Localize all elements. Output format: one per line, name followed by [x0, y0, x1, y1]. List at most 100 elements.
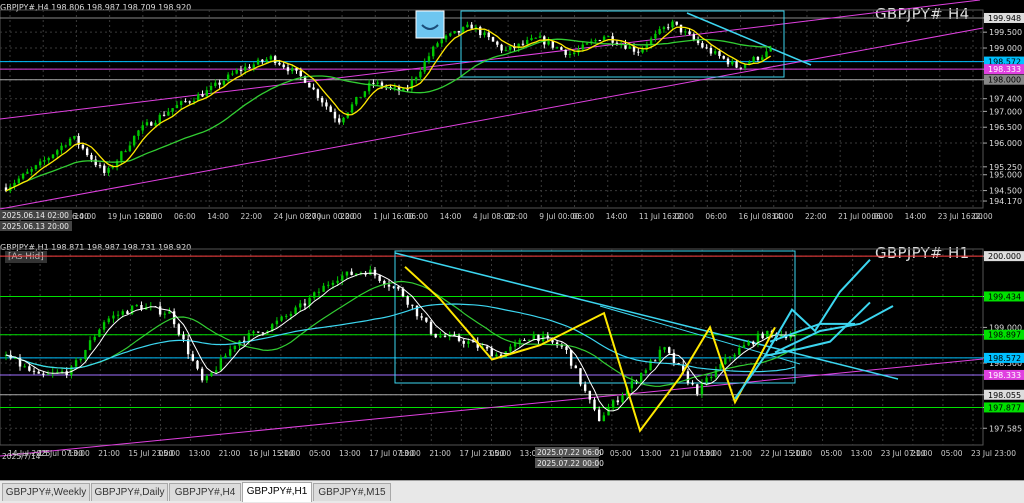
candle-body: [23, 366, 26, 368]
candle-body: [248, 66, 251, 69]
candle-body: [414, 77, 418, 81]
time-tick-label: 23 Jul 23:00: [971, 449, 1016, 458]
smiley-icon[interactable]: [415, 10, 445, 39]
trading-terminal: GBPJPY#,H4 198.806 198.987 198.709 198.9…: [0, 0, 1024, 503]
candle-body: [51, 154, 55, 158]
candle-body: [341, 275, 344, 281]
candle-body: [289, 313, 293, 316]
tab-m15[interactable]: GBPJPY#,M15: [313, 483, 391, 501]
candle-body: [286, 67, 290, 72]
candle-body: [466, 24, 469, 28]
price-tick-label: 197.585: [989, 424, 1022, 433]
candle-body: [331, 282, 335, 285]
candle-body: [73, 135, 76, 139]
candle-body: [518, 340, 521, 343]
candle-body: [530, 38, 533, 41]
candle-body: [444, 35, 448, 40]
candle-body: [479, 27, 482, 36]
candle-body: [369, 269, 372, 275]
time-tick-label: 14:00: [606, 212, 628, 221]
candle-body: [663, 347, 666, 350]
h1-chart[interactable]: 200.000199.434199.000198.897198.572198.5…: [0, 240, 1024, 480]
time-tick-label: 05:00: [941, 449, 963, 458]
tab-h1[interactable]: GBPJPY#,H1: [242, 482, 312, 502]
candle-body: [491, 37, 495, 42]
candle-body: [177, 324, 181, 335]
candle-body: [666, 27, 670, 29]
candle-body: [233, 345, 237, 350]
candle-body: [534, 37, 537, 39]
tab-daily[interactable]: GBPJPY#,Daily: [91, 483, 168, 501]
candle-body: [410, 80, 414, 90]
candle-body: [336, 280, 339, 283]
candle-body: [68, 138, 72, 146]
candle-body: [257, 331, 260, 333]
candle-body: [85, 148, 89, 156]
candle-body: [574, 365, 578, 369]
candle-body: [406, 296, 409, 305]
candle-body: [420, 316, 423, 318]
time-tick-label: 13:00: [851, 449, 873, 458]
candle-body: [573, 52, 576, 54]
price-tick-label: 199.500: [989, 28, 1022, 37]
h4-price-scale[interactable]: 199.948199.500199.000198.572198.333198.0…: [983, 12, 1024, 206]
candle-body: [373, 269, 377, 276]
candle-body: [467, 341, 470, 344]
price-tick-label: 195.000: [989, 171, 1022, 180]
h1-moving-averages: [5, 259, 894, 433]
candle-body: [440, 39, 443, 44]
time-tick-label: 13:00: [640, 449, 662, 458]
candle-body: [282, 64, 285, 68]
price-tick-label: 194.170: [989, 197, 1022, 206]
candle-body: [111, 167, 115, 169]
candle-body: [378, 275, 381, 281]
candle-body: [124, 151, 127, 153]
candle-body: [42, 373, 45, 375]
candle-body: [742, 345, 746, 349]
tab-weekly[interactable]: GBPJPY#,Weekly: [2, 483, 90, 501]
candle-body: [256, 59, 260, 65]
candle-body: [537, 334, 540, 342]
h4-chart[interactable]: 199.948199.500199.000198.572198.333198.0…: [0, 0, 1024, 240]
candle-body: [363, 91, 367, 97]
candle-body: [637, 51, 640, 53]
h1-time-axis[interactable]: 14 Jul 202515 Jul 07:0013:00 21:00 15 Jul …: [2, 447, 1016, 468]
candle-body: [565, 346, 568, 350]
candle-body: [30, 169, 33, 172]
time-tick-label: 21:00: [429, 449, 451, 458]
candle-body: [696, 384, 699, 395]
h4-time-axis[interactable]: 13 Jun 202517 Jun 06:0014:0019 Jun 16:00…: [0, 210, 993, 231]
price-tag-label: 198.055: [988, 391, 1021, 400]
candle-body: [443, 335, 447, 337]
chart-tab-bar: GBPJPY#,Weekly GBPJPY#,Daily GBPJPY#,H4 …: [0, 480, 1024, 503]
h1-price-scale[interactable]: 200.000199.434199.000198.897198.572198.5…: [983, 251, 1024, 433]
candle-body: [269, 56, 273, 60]
candle-body: [192, 100, 196, 102]
candle-body: [675, 21, 678, 25]
candle-body: [679, 24, 683, 33]
time-marker-label: 2025.06.13 20:00: [2, 222, 69, 231]
time-tick-label: 22:00: [805, 212, 827, 221]
candle-body: [14, 358, 17, 360]
time-tick-label: 21:00: [790, 449, 812, 458]
candle-body: [760, 57, 764, 60]
candle-body: [88, 340, 92, 351]
candle-body: [303, 303, 307, 306]
time-tick-label: 21:00: [219, 449, 241, 458]
price-tag-label: 197.877: [988, 403, 1021, 412]
price-tag-label: 200.000: [988, 252, 1021, 261]
candle-body: [162, 114, 166, 116]
candle-body: [658, 349, 662, 361]
candle-body: [112, 315, 115, 319]
candle-body: [602, 36, 606, 41]
candle-body: [555, 47, 559, 49]
candle-body: [244, 66, 247, 71]
zigzag-line: [404, 266, 776, 433]
candle-body: [439, 335, 442, 338]
candle-body: [201, 94, 204, 97]
candle-body: [141, 125, 144, 131]
time-tick-label: 05:00: [490, 449, 512, 458]
time-tick-label: 21:00: [98, 449, 120, 458]
candle-body: [487, 32, 490, 38]
tab-h4[interactable]: GBPJPY#,H4: [169, 483, 241, 501]
